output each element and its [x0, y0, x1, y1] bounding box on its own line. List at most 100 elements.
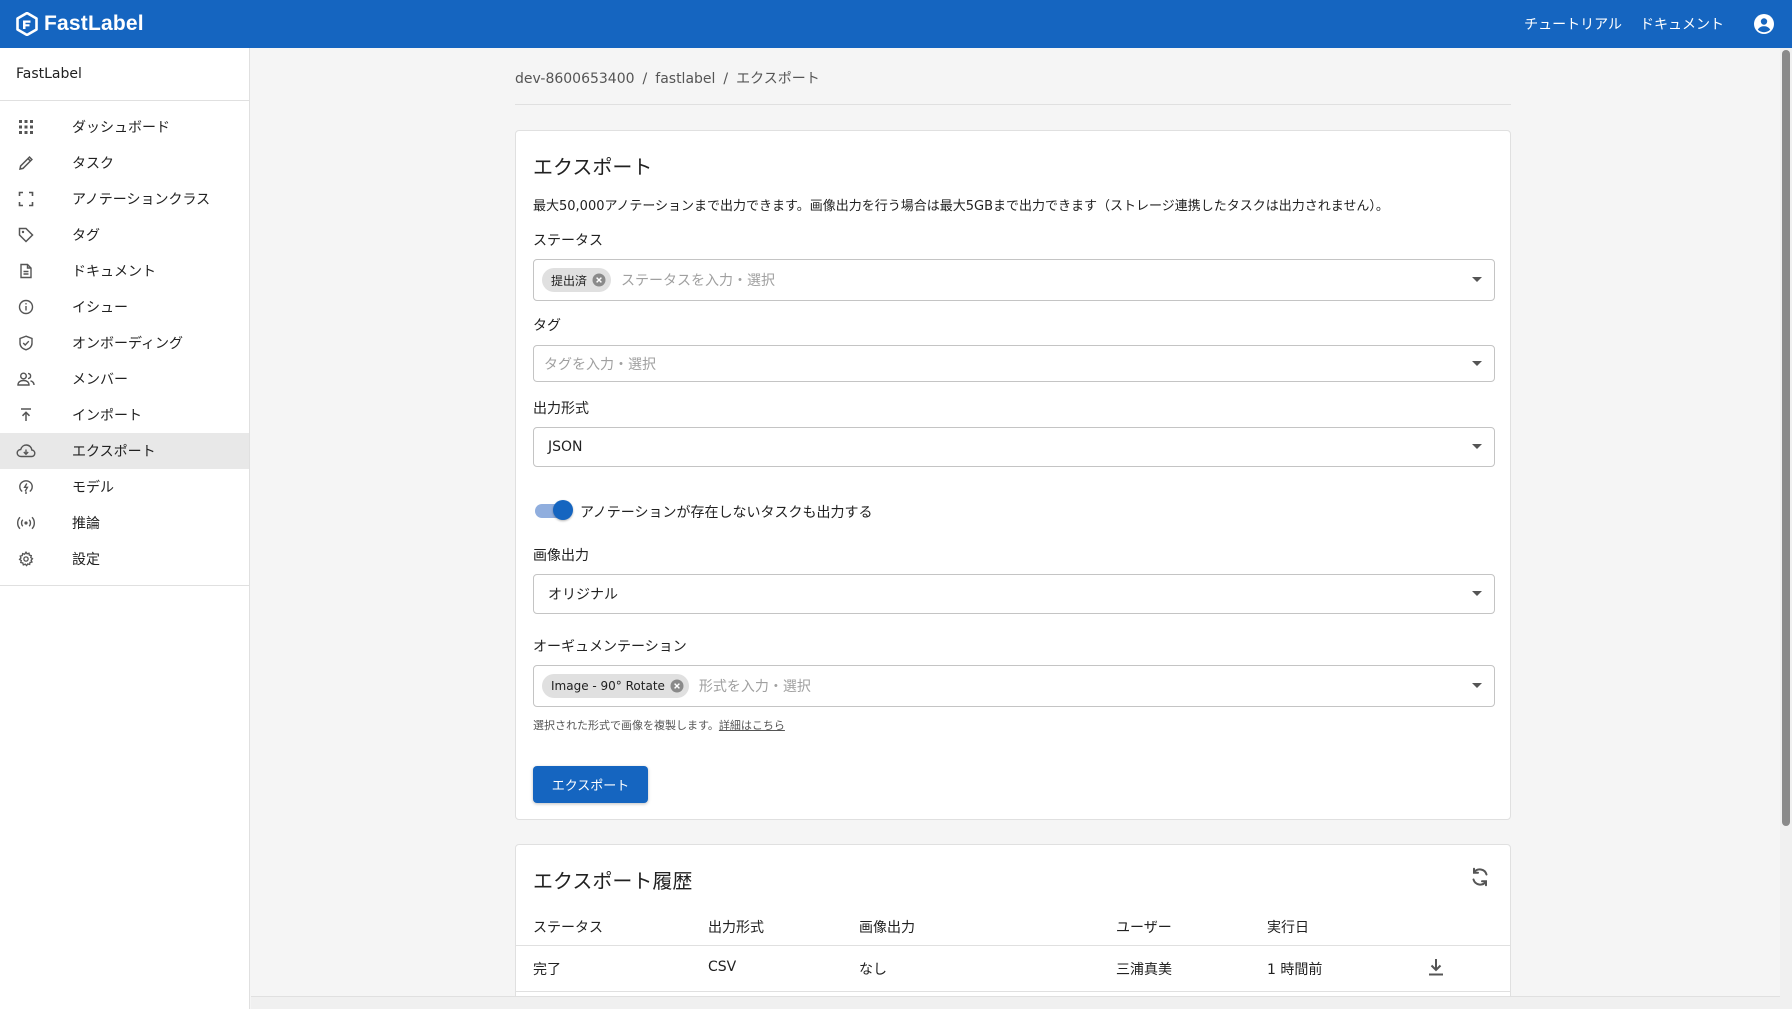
sidebar-item-label: 推論	[72, 516, 100, 532]
sidebar-item-label: 設定	[72, 552, 100, 568]
tag-select[interactable]: タグを入力・選択	[533, 345, 1495, 382]
sidebar-item-label: アノテーションクラス	[72, 192, 211, 208]
tag-icon	[16, 225, 36, 245]
include-empty-tasks-toggle[interactable]	[533, 500, 573, 520]
status-select[interactable]: 提出済 ステータスを入力・選択	[533, 259, 1495, 301]
breadcrumb-separator: /	[723, 71, 729, 87]
sidebar-item-issues[interactable]: イシュー	[0, 289, 249, 325]
augmentation-label: オーギュメンテーション	[533, 639, 687, 655]
breadcrumb: dev-8600653400 / fastlabel / エクスポート	[515, 68, 820, 88]
cloud-download-icon	[16, 441, 36, 461]
model-icon	[16, 477, 36, 497]
sidebar-item-label: インポート	[72, 408, 142, 424]
sidebar-item-members[interactable]: メンバー	[0, 361, 249, 397]
breadcrumb-divider	[515, 104, 1511, 105]
cell-date: 1 時間前	[1267, 962, 1323, 978]
sidebar-item-models[interactable]: モデル	[0, 469, 249, 505]
chevron-down-icon[interactable]	[1472, 591, 1482, 596]
sidebar-item-onboarding[interactable]: オンボーディング	[0, 325, 249, 361]
image-output-value: オリジナル	[548, 587, 618, 603]
tutorial-link[interactable]: チュートリアル	[1524, 14, 1622, 34]
status-label: ステータス	[533, 233, 603, 249]
export-form-card: エクスポート 最大50,000アノテーションまで出力できます。画像出力を行う場合…	[515, 130, 1511, 820]
logo[interactable]: FastLabel	[16, 0, 144, 48]
sidebar-item-label: ダッシュボード	[72, 120, 170, 136]
sidebar-item-tasks[interactable]: タスク	[0, 145, 249, 181]
sidebar: FastLabel ダッシュボード タスク アノテーションクラス タグ ドキュメ…	[0, 48, 250, 1009]
sidebar-item-label: オンボーディング	[72, 336, 184, 352]
export-history-card: エクスポート履歴 ステータス 出力形式 画像出力 ユーザー 実行日 完了 CSV…	[515, 844, 1511, 996]
download-icon[interactable]	[1424, 955, 1448, 979]
augmentation-chip[interactable]: Image - 90° Rotate	[542, 674, 689, 698]
chevron-down-icon[interactable]	[1472, 683, 1482, 688]
refresh-icon[interactable]	[1468, 865, 1492, 889]
cell-image-output: なし	[859, 962, 887, 978]
augmentation-select[interactable]: Image - 90° Rotate 形式を入力・選択	[533, 665, 1495, 707]
sidebar-item-label: モデル	[72, 480, 114, 496]
column-header-format[interactable]: 出力形式	[708, 917, 764, 937]
frame-corners-icon	[16, 189, 36, 209]
column-header-status[interactable]: ステータス	[533, 917, 603, 937]
documentation-link[interactable]: ドキュメント	[1640, 14, 1724, 34]
chip-remove-icon[interactable]	[669, 678, 685, 694]
column-header-date[interactable]: 実行日	[1267, 917, 1309, 937]
sidebar-nav: ダッシュボード タスク アノテーションクラス タグ ドキュメント イシュー オン…	[0, 101, 249, 586]
sidebar-item-inference[interactable]: 推論	[0, 505, 249, 541]
chevron-down-icon[interactable]	[1472, 444, 1482, 449]
sidebar-item-label: イシュー	[72, 300, 128, 316]
status-chip[interactable]: 提出済	[542, 268, 612, 292]
chevron-down-icon[interactable]	[1472, 360, 1482, 366]
breadcrumb-current: エクスポート	[736, 71, 820, 87]
app-bar: FastLabel チュートリアル ドキュメント	[0, 0, 1792, 48]
augmentation-helper: 選択された形式で画像を複製します。詳細はこちら	[533, 719, 785, 732]
status-placeholder: ステータスを入力・選択	[621, 273, 776, 289]
organization-name[interactable]: FastLabel	[0, 48, 249, 101]
sidebar-item-tags[interactable]: タグ	[0, 217, 249, 253]
export-description: 最大50,000アノテーションまで出力できます。画像出力を行う場合は最大5GBま…	[533, 199, 1389, 214]
column-header-user[interactable]: ユーザー	[1116, 917, 1172, 937]
column-header-image-output[interactable]: 画像出力	[859, 917, 915, 937]
image-output-label: 画像出力	[533, 548, 589, 564]
breadcrumb-project[interactable]: fastlabel	[655, 71, 715, 87]
logo-text: FastLabel	[44, 12, 144, 35]
cell-format: CSV	[708, 959, 737, 975]
horizontal-scrollbar[interactable]	[251, 996, 1780, 1009]
sidebar-item-documents[interactable]: ドキュメント	[0, 253, 249, 289]
sidebar-item-annotation-classes[interactable]: アノテーションクラス	[0, 181, 249, 217]
cell-status: 完了	[533, 962, 561, 978]
sidebar-item-label: タグ	[72, 228, 100, 244]
image-output-select[interactable]: オリジナル	[533, 574, 1495, 614]
document-icon	[16, 261, 36, 281]
pencil-icon	[16, 153, 36, 173]
chevron-down-icon[interactable]	[1472, 277, 1482, 282]
gear-icon	[16, 549, 36, 569]
cell-user: 三浦真美	[1116, 962, 1172, 978]
sidebar-item-dashboard[interactable]: ダッシュボード	[0, 109, 249, 145]
breadcrumb-workspace[interactable]: dev-8600653400	[515, 71, 635, 87]
chip-remove-icon[interactable]	[591, 272, 607, 288]
scrollbar-thumb[interactable]	[1782, 50, 1790, 826]
tag-label: タグ	[533, 318, 561, 334]
format-select[interactable]: JSON	[533, 427, 1495, 467]
appbar-links: チュートリアル ドキュメント	[1524, 0, 1724, 48]
toggle-thumb	[553, 500, 573, 520]
augmentation-details-link[interactable]: 詳細はこちら	[719, 719, 785, 732]
people-icon	[16, 369, 36, 389]
export-button[interactable]: エクスポート	[533, 766, 648, 803]
sidebar-item-export[interactable]: エクスポート	[0, 433, 249, 469]
format-label: 出力形式	[533, 401, 589, 417]
apps-grid-icon	[16, 117, 36, 137]
format-value: JSON	[548, 439, 583, 455]
table-header-divider	[516, 945, 1510, 946]
sidebar-item-settings[interactable]: 設定	[0, 541, 249, 577]
include-empty-tasks-label: アノテーションが存在しないタスクも出力する	[580, 505, 873, 521]
vertical-scrollbar[interactable]	[1780, 48, 1792, 1009]
export-history-title: エクスポート履歴	[533, 869, 693, 893]
broadcast-icon	[16, 513, 36, 533]
account-circle-icon[interactable]	[1752, 12, 1776, 36]
upload-icon	[16, 405, 36, 425]
augmentation-placeholder: 形式を入力・選択	[698, 679, 811, 695]
sidebar-item-import[interactable]: インポート	[0, 397, 249, 433]
table-row-divider	[516, 991, 1510, 992]
fastlabel-logo-icon	[16, 12, 38, 36]
